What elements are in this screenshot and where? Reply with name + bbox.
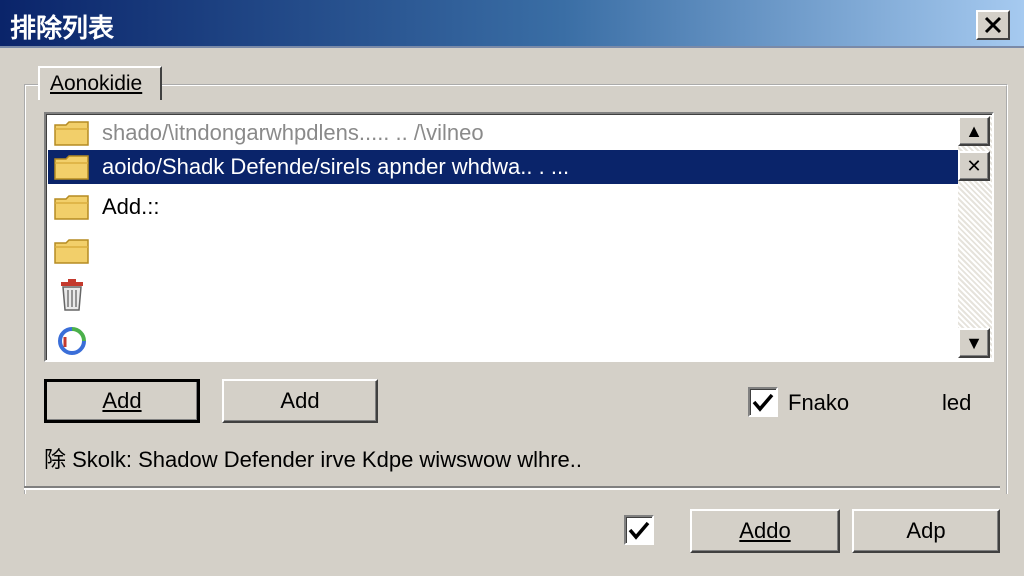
arrow-up-icon: ▲	[965, 120, 983, 141]
ok-button-label: Addo	[739, 518, 791, 543]
list-item-label: shado/\itndongarwhpdlens..... .. /\vilne…	[102, 120, 484, 145]
tab-exclusions[interactable]: Aonokidie	[38, 66, 162, 100]
list-item[interactable]: aoido/Shadk Defende/sirels apnder whdwa.…	[48, 150, 958, 184]
add-button-label: Add	[102, 388, 142, 413]
folder-icon	[52, 152, 92, 182]
add-button-primary[interactable]: Add	[44, 379, 200, 423]
status-text: 除 Skolk: Shadow Defender irve Kdpe wiwsw…	[44, 447, 583, 472]
cancel-button[interactable]: Adp	[852, 509, 1000, 553]
close-icon	[984, 16, 1002, 34]
arrow-down-icon: ▼	[965, 332, 983, 353]
scroll-up-button[interactable]: ▲	[958, 116, 990, 146]
list-item[interactable]: shado/\itndongarwhpdlens..... .. /\vilne…	[48, 116, 484, 150]
checkmark-icon	[628, 521, 650, 540]
folder-icon	[52, 236, 92, 266]
title-bar[interactable]: 排除列表	[0, 0, 1024, 48]
list-item[interactable]	[48, 324, 102, 358]
list-item[interactable]	[48, 234, 102, 268]
window-title: 排除列表	[10, 14, 115, 44]
list-item-label: Add.::	[102, 194, 160, 219]
close-button[interactable]	[976, 10, 1010, 40]
list-item[interactable]: Add.::	[48, 190, 159, 224]
trash-icon	[52, 279, 92, 311]
close-icon: ✕	[966, 155, 982, 176]
scroll-down-button[interactable]: ▼	[958, 328, 990, 358]
refresh-icon	[52, 326, 92, 356]
tab-label: Aonokidie	[50, 72, 143, 95]
list-item-label: aoido/Shadk Defende/sirels apnder whdwa.…	[102, 154, 570, 179]
add-button-secondary[interactable]: Add	[222, 379, 378, 423]
bottom-checkbox[interactable]	[624, 515, 654, 545]
enable-suffix-label: led	[942, 390, 972, 415]
enable-checkbox[interactable]	[748, 387, 778, 417]
folder-icon	[52, 192, 92, 222]
list-item[interactable]	[48, 278, 102, 312]
checkmark-icon	[752, 393, 774, 412]
ok-button[interactable]: Addo	[690, 509, 840, 553]
add-button-label: Add	[280, 388, 320, 413]
folder-icon	[52, 118, 92, 148]
enable-label: Fnako	[788, 390, 850, 415]
divider	[24, 486, 1000, 490]
cancel-button-label: Adp	[906, 518, 946, 543]
exclusion-list[interactable]: shado/\itndongarwhpdlens..... .. /\vilne…	[44, 112, 994, 362]
remove-item-button[interactable]: ✕	[958, 151, 990, 181]
